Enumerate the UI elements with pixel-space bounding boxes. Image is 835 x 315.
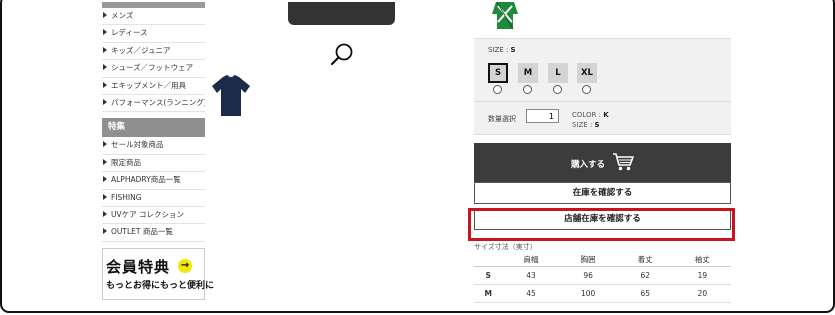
sidebar-item-uvcare[interactable]: UVケア コレクション xyxy=(102,207,205,225)
size-label: SIZE : S xyxy=(488,46,516,54)
size-radio-s[interactable] xyxy=(493,85,502,94)
feature-section-header: 特集 xyxy=(102,118,205,138)
sidebar-item-kids[interactable]: キッズ／ジュニア xyxy=(102,43,205,61)
magnifier-icon[interactable] xyxy=(330,42,355,67)
size-selector: SIZE : S S M L XL xyxy=(474,38,731,101)
check-stock-button[interactable]: 在庫を確認する xyxy=(474,182,731,204)
sidebar-item-label: FISHING xyxy=(111,192,142,202)
table-cell: M xyxy=(474,284,503,303)
add-to-cart-button[interactable]: 購入する xyxy=(474,143,731,182)
triangle-right-icon xyxy=(103,12,107,18)
sidebar-item-label: 限定商品 xyxy=(111,157,141,167)
sidebar-item-label: シューズ／フットウェア xyxy=(111,63,194,73)
sidebar-item-label: UVケア コレクション xyxy=(111,209,185,219)
table-cell: 19 xyxy=(673,266,731,285)
product-thumbnail[interactable] xyxy=(210,74,252,118)
triangle-right-icon xyxy=(103,46,107,53)
sidebar-item-sale[interactable]: セール対象商品 xyxy=(102,137,205,155)
sidebar-item-label: パフォーマンス(ランニング) xyxy=(111,97,205,107)
member-benefits-banner[interactable]: 会員特典 → もっとお得にもっと便利に xyxy=(102,247,214,300)
triangle-right-icon xyxy=(103,193,107,200)
banner-title: 会員特典 xyxy=(106,257,171,276)
sidebar-item-label: ALPHADRY商品一覧 xyxy=(111,175,181,185)
triangle-right-icon xyxy=(103,141,107,148)
table-cell: 45 xyxy=(502,284,560,303)
table-row: S 43 96 62 19 xyxy=(474,266,731,285)
table-header-cell: 胸囲 xyxy=(559,254,617,267)
size-radio-m[interactable] xyxy=(523,85,532,94)
size-label-text: SIZE : xyxy=(488,46,511,54)
table-cell: 96 xyxy=(559,266,617,285)
size-option-l[interactable]: L xyxy=(548,63,568,83)
quantity-input[interactable] xyxy=(526,109,559,123)
triangle-right-icon xyxy=(103,81,107,88)
size-label-value: S xyxy=(510,46,516,54)
shopping-cart-icon xyxy=(613,153,634,171)
sidebar-item-mens[interactable]: メンズ xyxy=(102,8,205,26)
size-info-value: S xyxy=(594,121,600,129)
size-option-s[interactable]: S xyxy=(488,63,508,83)
size-radio-xl[interactable] xyxy=(582,85,591,94)
triangle-right-icon xyxy=(103,29,107,36)
triangle-right-icon xyxy=(103,210,107,217)
triangle-right-icon xyxy=(103,228,107,235)
sidebar-item-shoes[interactable]: シューズ／フットウェア xyxy=(102,60,205,78)
sidebar-item-label: キッズ／ジュニア xyxy=(111,45,171,55)
color-info: COLOR : K xyxy=(572,110,609,120)
sidebar-item-ladies[interactable]: レディース xyxy=(102,25,205,43)
sidebar-item-label: OUTLET 商品一覧 xyxy=(111,227,173,237)
table-cell: 62 xyxy=(616,266,674,285)
triangle-right-icon xyxy=(103,64,107,71)
sidebar-item-fishing[interactable]: FISHING xyxy=(102,190,205,207)
feature-list: セール対象商品 限定商品 ALPHADRY商品一覧 FISHING UVケア コ… xyxy=(102,137,205,242)
selection-info: COLOR : K SIZE : S xyxy=(572,110,609,130)
table-header-row: 肩幅 胸囲 着丈 袖丈 xyxy=(474,254,731,267)
arrow-right-icon: → xyxy=(178,258,192,273)
category-sidebar: メンズ レディース キッズ／ジュニア シューズ／フットウェア エキップメント／用… xyxy=(102,2,214,300)
sidebar-item-outlet[interactable]: OUTLET 商品一覧 xyxy=(102,224,205,242)
sidebar-item-equipment[interactable]: エキップメント／用具 xyxy=(102,78,205,95)
table-cell: 20 xyxy=(673,284,731,303)
sidebar-item-label: レディース xyxy=(111,28,148,38)
table-cell: S xyxy=(474,266,503,285)
color-info-value: K xyxy=(603,111,609,119)
sidebar-item-label: エキップメント／用具 xyxy=(111,80,186,90)
color-info-label: COLOR : xyxy=(572,111,604,119)
category-list: メンズ レディース キッズ／ジュニア シューズ／フットウェア エキップメント／用… xyxy=(102,8,205,113)
table-cell: 100 xyxy=(559,284,617,303)
size-table-title: サイズ寸法（実寸） xyxy=(474,243,537,251)
color-swatch-green[interactable] xyxy=(488,2,522,29)
size-radio-l[interactable] xyxy=(553,85,562,94)
size-table: 肩幅 胸囲 着丈 袖丈 S 43 96 62 19 M 45 100 65 20 xyxy=(474,254,731,303)
product-main-image xyxy=(288,2,395,25)
triangle-right-icon xyxy=(103,98,107,105)
sidebar-item-limited[interactable]: 限定商品 xyxy=(102,155,205,173)
table-header-cell: 肩幅 xyxy=(502,254,560,267)
sidebar-item-label: メンズ xyxy=(111,11,134,20)
quantity-section: 数量選択 COLOR : K SIZE : S xyxy=(474,101,731,135)
table-cell: 65 xyxy=(616,284,674,303)
table-header-cell: 着丈 xyxy=(616,254,674,267)
triangle-right-icon xyxy=(103,158,107,165)
table-row: M 45 100 65 20 xyxy=(474,284,731,303)
add-to-cart-label: 購入する xyxy=(571,160,606,170)
size-option-m[interactable]: M xyxy=(518,63,538,83)
sidebar-item-alphadry[interactable]: ALPHADRY商品一覧 xyxy=(102,172,205,190)
highlight-outline xyxy=(468,208,735,241)
size-info-label: SIZE : xyxy=(572,121,595,129)
triangle-right-icon xyxy=(103,176,107,183)
table-header-cell xyxy=(474,254,503,267)
size-option-xl[interactable]: XL xyxy=(577,63,597,83)
quantity-label: 数量選択 xyxy=(488,115,516,123)
screenshot-frame: メンズ レディース キッズ／ジュニア シューズ／フットウェア エキップメント／用… xyxy=(0,0,835,313)
sidebar-item-performance[interactable]: パフォーマンス(ランニング) xyxy=(102,95,205,113)
banner-subtitle: もっとお得にもっと便利に xyxy=(106,280,215,291)
size-info: SIZE : S xyxy=(572,120,609,130)
table-header-cell: 袖丈 xyxy=(673,254,731,267)
sidebar-item-label: セール対象商品 xyxy=(111,140,164,150)
table-cell: 43 xyxy=(502,266,560,285)
